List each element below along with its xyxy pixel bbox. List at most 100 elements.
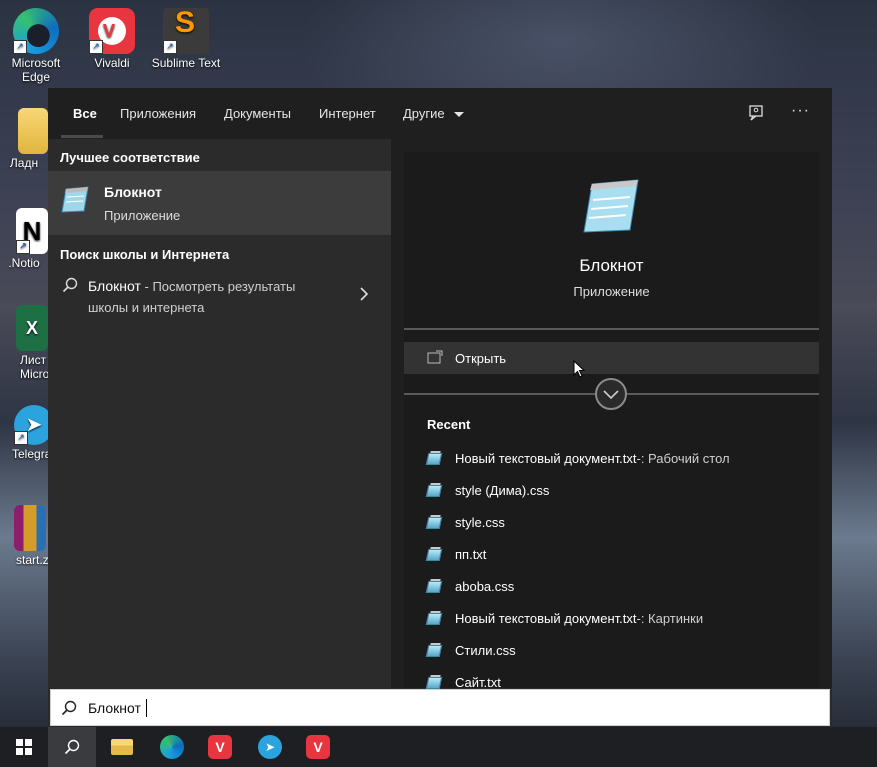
recent-item-name: style.css	[455, 514, 505, 530]
taskbar-edge[interactable]	[148, 727, 196, 767]
open-action[interactable]: Открыть	[404, 342, 819, 374]
vivaldi-icon: V ↗	[89, 8, 135, 54]
recent-item-location: -: Рабочий стол	[636, 450, 730, 466]
desktop-icon-vivaldi[interactable]: V ↗ Vivaldi	[76, 8, 148, 70]
text-caret	[146, 699, 147, 717]
taskbar-vivaldi[interactable]: V	[196, 727, 244, 767]
edge-icon: ↗	[13, 8, 59, 54]
taskbar-vivaldi-2[interactable]: V	[294, 727, 342, 767]
more-options-icon[interactable]: ···	[791, 102, 810, 120]
recent-item-name: Новый текстовый документ.txt	[455, 610, 637, 626]
recent-item-name: Сайт.txt	[455, 674, 501, 690]
recent-item[interactable]: пп.txt	[425, 544, 487, 564]
text-file-icon	[425, 643, 443, 657]
desktop-icon-label: .Notio	[8, 256, 40, 270]
recent-item[interactable]: style (Дима).css	[425, 480, 550, 500]
chevron-down-icon	[454, 112, 465, 118]
tab-apps[interactable]: Приложения	[120, 106, 196, 121]
tab-all[interactable]: Все	[73, 106, 97, 121]
desktop-icon-edge[interactable]: ↗ Microsoft Edge	[0, 8, 72, 84]
search-tabbar: Все Приложения Документы Интернет Другие…	[48, 88, 832, 139]
text-file-icon	[425, 451, 443, 465]
recent-item[interactable]: aboba.css	[425, 576, 515, 596]
preview-pane: Блокнот Приложение Открыть Recent Новый …	[391, 139, 832, 690]
expand-chevron-icon[interactable]	[595, 378, 627, 410]
recent-item[interactable]: Стили.css	[425, 640, 516, 660]
shortcut-arrow-icon: ↗	[16, 240, 30, 254]
best-match-subtitle: Приложение	[104, 208, 181, 223]
active-tab-indicator	[61, 135, 103, 138]
recent-item-name: пп.txt	[455, 546, 487, 562]
recent-item-location: -: Картинки	[636, 610, 704, 626]
best-match-item[interactable]: Блокнот Приложение	[48, 171, 391, 235]
excel-icon: X	[16, 305, 48, 351]
desktop-icon-notion[interactable]: N ↗ .Notio	[0, 208, 48, 270]
mouse-cursor-icon	[573, 359, 586, 383]
folder-icon	[18, 108, 48, 154]
recent-item-name: aboba.css	[455, 578, 515, 594]
shortcut-arrow-icon: ↗	[13, 40, 27, 54]
tab-documents[interactable]: Документы	[224, 106, 291, 121]
desktop-icon-sublime[interactable]: S ↗ Sublime Text	[150, 8, 222, 71]
desktop-icon-label: Ладн	[9, 156, 39, 170]
notepad-icon	[60, 185, 90, 213]
web-suffix-line2: школы и интернета	[88, 300, 205, 315]
web-search-result[interactable]: Блокнот - Посмотреть результаты школы и …	[48, 267, 391, 319]
shortcut-arrow-icon: ↗	[14, 431, 28, 445]
windows-logo-icon	[16, 739, 32, 755]
vivaldi-icon: V	[306, 735, 330, 759]
divider	[404, 328, 819, 330]
notion-icon: N ↗	[16, 208, 48, 254]
text-file-icon	[425, 547, 443, 561]
search-box[interactable]: Блокнот	[50, 689, 830, 726]
desktop-icon-label: Лист Micros	[20, 353, 48, 381]
recent-item[interactable]: Новый текстовый документ.txt -: Картинки	[425, 608, 704, 628]
taskbar: V ➤ V	[0, 727, 877, 767]
recent-item[interactable]: style.css	[425, 512, 505, 532]
search-icon	[62, 277, 78, 298]
results-list: Лучшее соответствие Блокнот Приложение П…	[48, 139, 391, 688]
recent-header: Recent	[427, 417, 471, 432]
taskbar-file-explorer[interactable]	[98, 727, 146, 767]
desktop-icon-label: start.z	[16, 553, 48, 567]
tab-other[interactable]: Другие	[403, 106, 465, 121]
text-file-icon	[425, 515, 443, 529]
desktop-icon-label: Sublime Text	[151, 56, 221, 70]
search-panel: Все Приложения Документы Интернет Другие…	[48, 88, 832, 728]
desktop-icon-archive[interactable]: start.z	[0, 505, 48, 567]
open-label: Открыть	[455, 351, 507, 366]
search-icon	[64, 739, 80, 755]
winrar-archive-icon	[14, 505, 46, 551]
start-button[interactable]	[0, 727, 48, 767]
folder-icon	[111, 739, 133, 755]
desktop-icon-excel[interactable]: X Лист Micros	[0, 305, 48, 381]
recent-item-name: Стили.css	[455, 642, 516, 658]
chevron-right-icon	[359, 287, 369, 306]
web-suffix: - Посмотреть результаты	[140, 279, 296, 294]
best-match-header: Лучшее соответствие	[60, 150, 200, 165]
sublime-text-icon: S ↗	[163, 8, 209, 54]
notepad-large-icon	[580, 176, 640, 234]
open-window-icon	[427, 350, 443, 369]
search-icon	[61, 700, 77, 721]
tab-web[interactable]: Интернет	[319, 106, 376, 121]
text-file-icon	[425, 611, 443, 625]
web-query: Блокнот	[88, 278, 141, 294]
shortcut-arrow-icon: ↗	[89, 40, 103, 54]
recent-item[interactable]: Новый текстовый документ.txt -: Рабочий …	[425, 448, 730, 468]
best-match-title: Блокнот	[104, 184, 162, 200]
tab-other-label: Другие	[403, 106, 445, 121]
taskbar-telegram[interactable]: ➤	[246, 727, 294, 767]
desktop-icon-folder[interactable]: Ладн	[0, 108, 48, 170]
preview-title: Блокнот	[579, 256, 644, 275]
recent-item-name: Новый текстовый документ.txt	[455, 450, 637, 466]
taskbar-search-button[interactable]	[48, 727, 96, 767]
text-file-icon	[425, 579, 443, 593]
web-search-header: Поиск школы и Интернета	[60, 247, 230, 262]
telegram-icon: ➤ ↗	[14, 405, 48, 445]
recent-item-name: style (Дима).css	[455, 482, 550, 498]
desktop-icon-telegram[interactable]: ➤ ↗ Telegra	[0, 405, 48, 461]
search-input[interactable]: Блокнот	[88, 700, 141, 716]
feedback-icon[interactable]	[748, 104, 766, 122]
shortcut-arrow-icon: ↗	[163, 40, 177, 54]
